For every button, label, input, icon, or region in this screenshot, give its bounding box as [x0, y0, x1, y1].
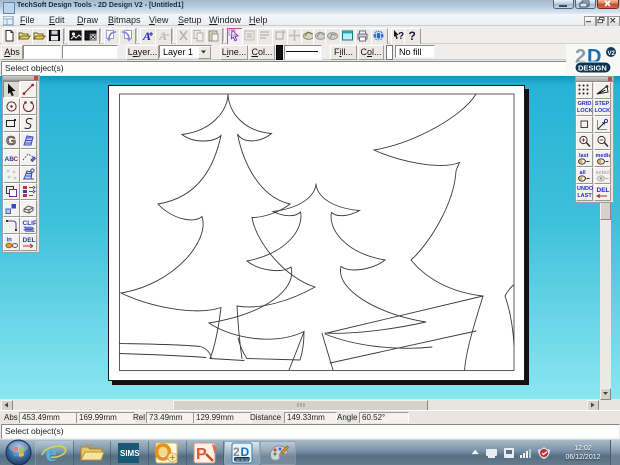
svg-text:SIMS: SIMS	[120, 449, 140, 458]
svg-text:DESIGN: DESIGN	[236, 458, 251, 462]
svg-text:?: ?	[409, 29, 416, 42]
svg-text:C: C	[14, 156, 19, 163]
svg-text:last: last	[579, 153, 589, 159]
svg-text:DEL: DEL	[596, 187, 609, 194]
svg-text:V2: V2	[608, 51, 616, 57]
svg-text:DESIGN: DESIGN	[578, 64, 607, 73]
svg-text:CLIP: CLIP	[23, 220, 37, 227]
svg-text:all: all	[580, 170, 587, 176]
svg-text:select: select	[595, 170, 610, 176]
svg-text:D: D	[241, 445, 250, 459]
svg-text:DEL: DEL	[23, 237, 36, 244]
svg-text:G: G	[6, 133, 16, 148]
svg-text:e: e	[46, 441, 57, 465]
svg-text:media: media	[595, 153, 610, 159]
svg-text:in: in	[7, 238, 13, 244]
svg-text:P: P	[196, 446, 207, 463]
svg-text:2: 2	[233, 445, 240, 459]
svg-text:A: A	[142, 29, 151, 42]
